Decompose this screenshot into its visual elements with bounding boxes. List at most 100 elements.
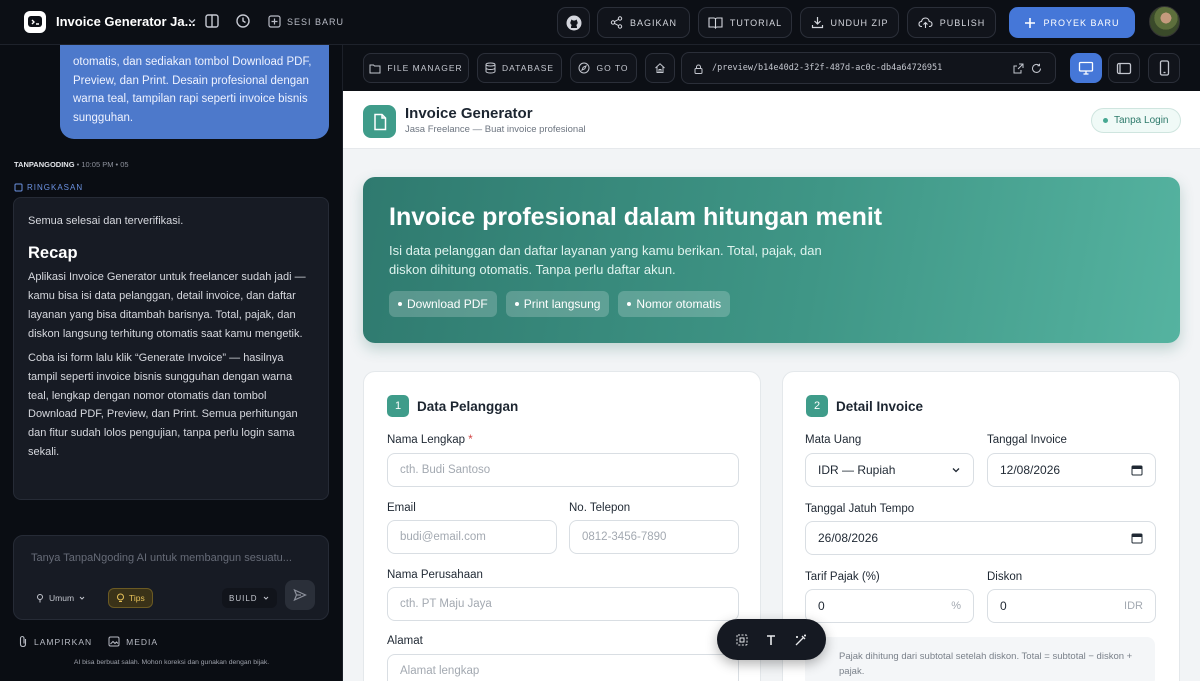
invoice-card: 2 Detail Invoice Mata Uang IDR — Rupiah … bbox=[782, 371, 1180, 681]
avatar[interactable] bbox=[1149, 6, 1180, 37]
tablet-view-button[interactable] bbox=[1108, 53, 1140, 83]
new-project-button[interactable]: PROYEK BARU bbox=[1009, 7, 1135, 38]
phone-field[interactable] bbox=[569, 520, 739, 554]
top-bar: Invoice Generator Ja... SESI BARU BAGIKA… bbox=[0, 0, 1200, 45]
customer-name-input[interactable] bbox=[387, 453, 739, 487]
cloud-upload-icon bbox=[918, 17, 933, 28]
hero-tag: Print langsung bbox=[505, 291, 610, 317]
app-title: Invoice Generator bbox=[405, 105, 533, 122]
database-icon bbox=[485, 62, 496, 74]
customer-card-header: 1 Data Pelanggan bbox=[387, 395, 518, 417]
magic-edit-icon[interactable] bbox=[794, 633, 808, 647]
sidebar-toggle-icon[interactable] bbox=[203, 12, 223, 32]
tax-note: Pajak dihitung dari subtotal setelah dis… bbox=[805, 637, 1155, 681]
summary-intro: Semua selesai dan terverifikasi. bbox=[28, 215, 184, 227]
file-manager-button[interactable]: FILE MANAGER bbox=[363, 53, 469, 83]
app-logo[interactable] bbox=[24, 11, 46, 33]
email-field[interactable] bbox=[387, 520, 557, 554]
disclaimer: AI bisa berbuat salah. Mohon koreksi dan… bbox=[73, 659, 270, 666]
address-label: Alamat bbox=[387, 635, 423, 647]
name-label: Nama Lengkap * bbox=[387, 434, 473, 446]
app-subtitle: Jasa Freelance — Buat invoice profesiona… bbox=[405, 124, 586, 135]
summary-label: RINGKASAN bbox=[14, 183, 83, 192]
github-icon bbox=[566, 15, 581, 30]
message-meta: TANPANGODING • 10:05 PM • 05 bbox=[14, 160, 129, 169]
refresh-icon[interactable] bbox=[1031, 63, 1042, 74]
calendar-icon bbox=[1131, 465, 1143, 476]
preview-toolbar: FILE MANAGER DATABASE GO TO /preview/b14… bbox=[343, 45, 1200, 91]
status-dot-icon bbox=[1103, 118, 1108, 123]
send-button[interactable] bbox=[285, 580, 315, 610]
chevron-down-icon bbox=[952, 468, 960, 473]
book-icon bbox=[708, 17, 723, 29]
home-icon bbox=[655, 63, 665, 73]
attach-button[interactable]: LAMPIRKAN bbox=[18, 635, 92, 648]
step-badge: 1 bbox=[387, 395, 409, 417]
publish-button[interactable]: PUBLISH bbox=[907, 7, 996, 38]
document-icon bbox=[14, 183, 23, 192]
tax-label: Tarif Pajak (%) bbox=[805, 571, 880, 583]
desktop-view-button[interactable] bbox=[1070, 53, 1102, 83]
invoice-date-input[interactable]: 12/08/2026 bbox=[987, 453, 1156, 487]
step-badge: 2 bbox=[806, 395, 828, 417]
external-link-icon[interactable] bbox=[1013, 63, 1024, 74]
tax-rate-input[interactable]: 0 % bbox=[805, 589, 974, 623]
tips-chip[interactable]: Tips bbox=[108, 588, 153, 608]
invoice-card-header: 2 Detail Invoice bbox=[806, 395, 923, 417]
company-label: Nama Perusahaan bbox=[387, 569, 483, 581]
user-message: otomatis, dan sediakan tombol Download P… bbox=[60, 45, 329, 139]
app-preview: Invoice Generator Jasa Freelance — Buat … bbox=[343, 91, 1200, 681]
mode-select[interactable]: Umum bbox=[28, 588, 93, 608]
invoice-date-label: Tanggal Invoice bbox=[987, 434, 1067, 446]
login-badge: Tanpa Login bbox=[1091, 108, 1181, 133]
download-icon bbox=[811, 17, 823, 29]
database-button[interactable]: DATABASE bbox=[477, 53, 562, 83]
chevron-down-icon bbox=[79, 596, 85, 600]
discount-input[interactable]: 0 IDR bbox=[987, 589, 1156, 623]
folder-icon bbox=[369, 64, 381, 73]
text-tool-icon[interactable] bbox=[764, 633, 778, 647]
chat-composer: Umum Tips BUILD bbox=[13, 535, 329, 620]
url-bar[interactable]: /preview/b14e40d2-3f2f-487d-ac0c-db4a647… bbox=[681, 52, 1056, 84]
select-element-icon[interactable] bbox=[735, 633, 749, 647]
history-icon[interactable] bbox=[234, 12, 254, 32]
summary-card: Semua selesai dan terverifikasi. Recap A… bbox=[13, 197, 329, 500]
new-session-button[interactable]: SESI BARU bbox=[268, 15, 344, 28]
phone-label: No. Telepon bbox=[569, 502, 631, 514]
chat-input[interactable] bbox=[31, 552, 321, 564]
media-button[interactable]: MEDIA bbox=[108, 635, 158, 648]
build-mode-select[interactable]: BUILD bbox=[222, 588, 277, 608]
hero-description: Isi data pelanggan dan daftar layanan ya… bbox=[389, 243, 822, 277]
company-input[interactable] bbox=[387, 587, 739, 621]
lock-icon bbox=[694, 64, 703, 74]
download-zip-button[interactable]: UNDUH ZIP bbox=[800, 7, 899, 38]
monitor-icon bbox=[1078, 61, 1094, 75]
file-icon bbox=[373, 113, 386, 130]
currency-label: Mata Uang bbox=[805, 434, 862, 446]
url-text: /preview/b14e40d2-3f2f-487d-ac0c-db4a647… bbox=[712, 63, 943, 73]
address-input[interactable] bbox=[387, 654, 739, 681]
plus-icon bbox=[1025, 17, 1036, 28]
due-date-label: Tanggal Jatuh Tempo bbox=[805, 503, 915, 515]
recap-paragraph-2: Coba isi form lalu klik “Generate Invoic… bbox=[28, 352, 298, 458]
tutorial-button[interactable]: TUTORIAL bbox=[698, 7, 792, 38]
due-date-input[interactable]: 26/08/2026 bbox=[805, 521, 1156, 555]
chevron-down-icon[interactable] bbox=[186, 15, 198, 27]
compass-icon bbox=[578, 62, 590, 74]
attach-row: LAMPIRKAN MEDIA bbox=[18, 635, 158, 648]
github-button[interactable] bbox=[557, 7, 590, 38]
recap-title: Recap bbox=[28, 243, 78, 262]
share-button[interactable]: BAGIKAN bbox=[597, 7, 690, 38]
pin-icon bbox=[37, 594, 43, 603]
mobile-view-button[interactable] bbox=[1148, 53, 1180, 83]
lightbulb-icon bbox=[117, 593, 124, 602]
preview-header: Invoice Generator Jasa Freelance — Buat … bbox=[343, 91, 1200, 149]
hero-tag: Download PDF bbox=[389, 291, 497, 317]
smartphone-icon bbox=[1159, 60, 1169, 76]
home-button[interactable] bbox=[645, 53, 675, 83]
customer-card: 1 Data Pelanggan Nama Lengkap * Email No… bbox=[363, 371, 761, 681]
currency-select[interactable]: IDR — Rupiah bbox=[805, 453, 974, 487]
project-title[interactable]: Invoice Generator Ja... bbox=[56, 14, 195, 29]
share-icon bbox=[610, 16, 623, 29]
go-to-button[interactable]: GO TO bbox=[570, 53, 637, 83]
